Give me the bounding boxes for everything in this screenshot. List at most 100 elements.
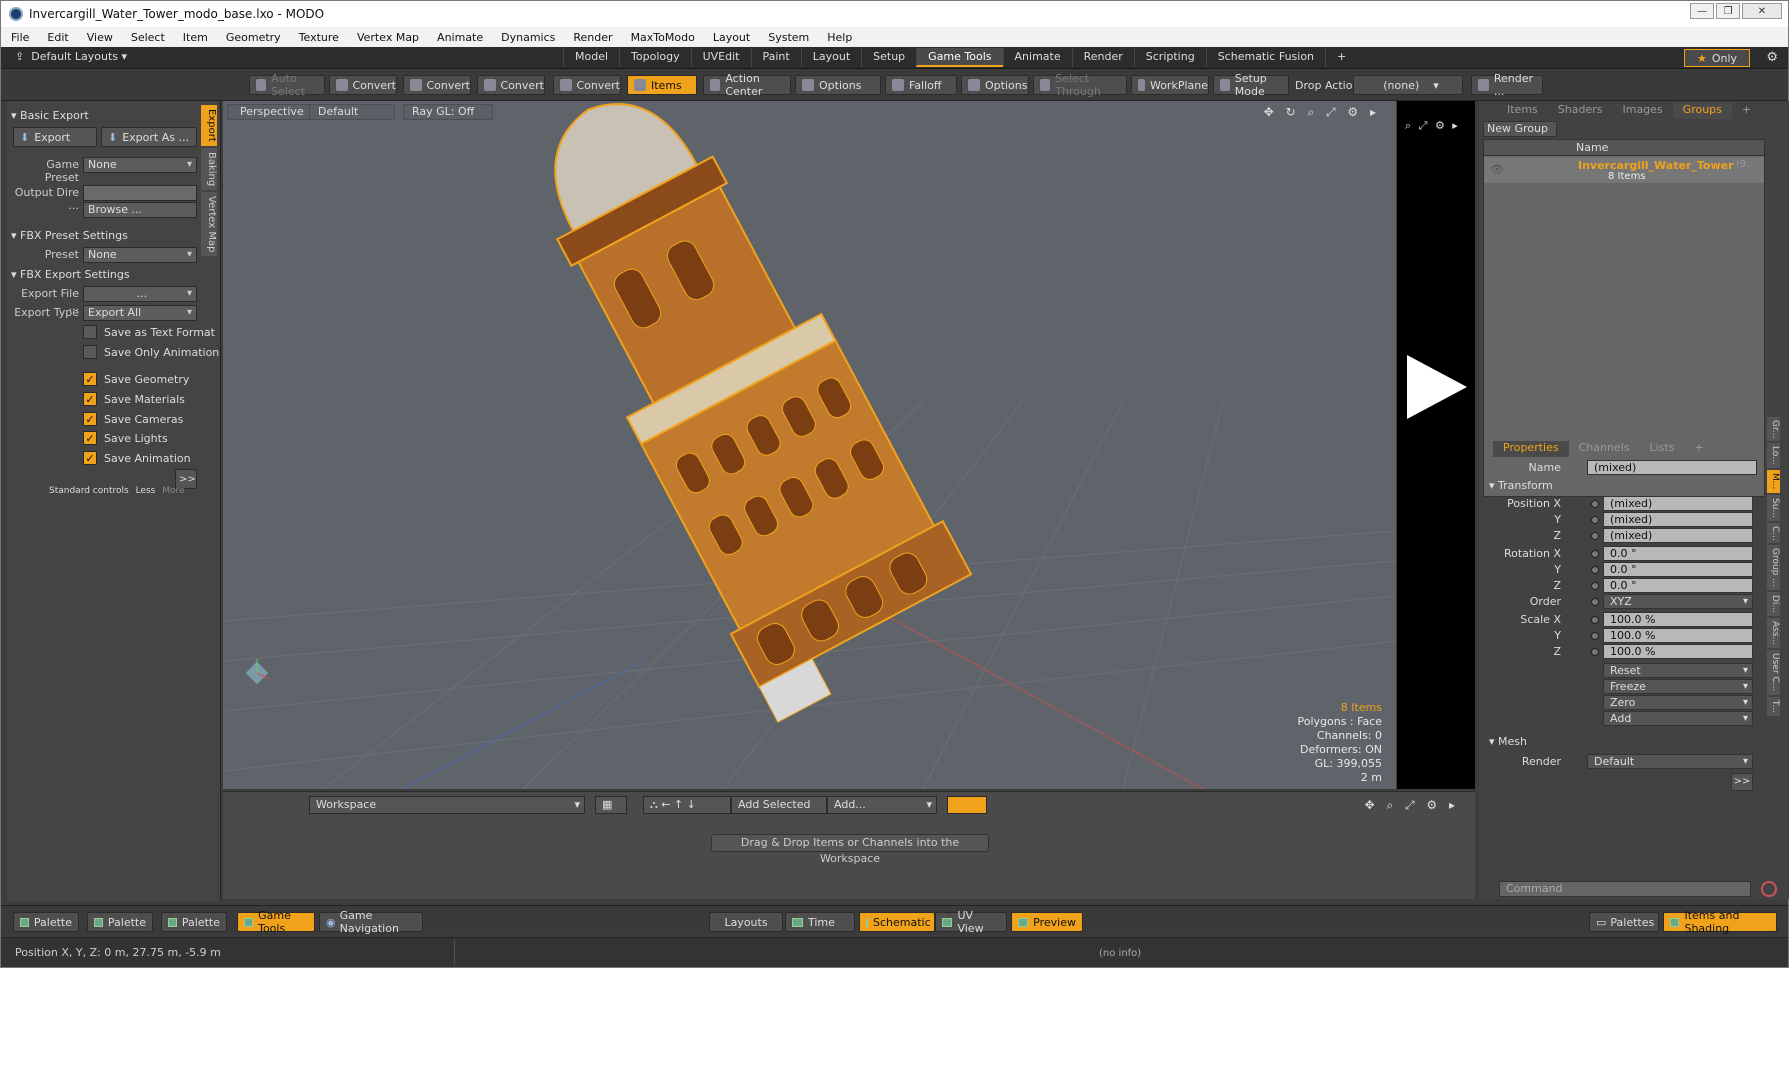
rotation-z-field[interactable]: 0.0 ° bbox=[1603, 578, 1753, 593]
menu-select[interactable]: Select bbox=[131, 31, 165, 44]
order-dropdown[interactable]: XYZ bbox=[1603, 594, 1753, 609]
animate-dot-icon[interactable] bbox=[1591, 582, 1599, 590]
vtab-ass[interactable]: Ass... bbox=[1767, 618, 1780, 649]
time-button[interactable]: Time bbox=[785, 912, 855, 932]
scale-z-field[interactable]: 100.0 % bbox=[1603, 644, 1753, 659]
add-properties-tab-button[interactable]: + bbox=[1684, 441, 1713, 457]
workplane-button[interactable]: WorkPlane bbox=[1131, 75, 1209, 95]
preview-nav-icons[interactable]: ⌕ ⤢ ⚙ ▸ bbox=[1405, 119, 1460, 133]
falloff-button[interactable]: Falloff bbox=[885, 75, 957, 95]
fbx-preset-settings-section[interactable]: ▾ FBX Preset Settings bbox=[11, 229, 128, 242]
palette-button-2[interactable]: Palette bbox=[87, 912, 153, 932]
name-field[interactable]: (mixed) bbox=[1587, 460, 1757, 475]
menu-dynamics[interactable]: Dynamics bbox=[501, 31, 555, 44]
save-as-text-format-checkbox[interactable]: Save as Text Format bbox=[83, 325, 215, 339]
setup-mode-button[interactable]: Setup Mode bbox=[1213, 72, 1289, 98]
game-tools-button[interactable]: Game Tools bbox=[237, 909, 315, 935]
vtab-di[interactable]: Di... bbox=[1767, 592, 1780, 617]
menu-maxtomodo[interactable]: MaxToModo bbox=[631, 31, 695, 44]
menu-layout[interactable]: Layout bbox=[713, 31, 750, 44]
convert-edges-button[interactable]: Convert bbox=[403, 75, 471, 95]
select-through-button[interactable]: Select Through bbox=[1033, 72, 1127, 98]
command-input[interactable]: Command bbox=[1499, 881, 1751, 897]
zero-dropdown[interactable]: Zero bbox=[1603, 695, 1753, 710]
drop-action-dropdown[interactable]: (none) ▾ bbox=[1353, 75, 1463, 95]
add-dropdown[interactable]: Add... ▾ bbox=[827, 796, 937, 814]
ray-gl-toggle[interactable]: Ray GL: Off bbox=[403, 104, 493, 120]
convert-polygons-button[interactable]: Convert bbox=[477, 75, 545, 95]
menu-animate[interactable]: Animate bbox=[437, 31, 483, 44]
reset-dropdown[interactable]: Reset bbox=[1603, 663, 1753, 678]
3d-viewport[interactable]: Perspective Default Ray GL: Off ✥ ↻ ⌕ ⤢ … bbox=[223, 101, 1396, 789]
game-preset-dropdown[interactable]: None bbox=[83, 157, 197, 173]
save-lights-checkbox[interactable]: ✓ Save Lights bbox=[83, 431, 168, 445]
node-nav-icons[interactable]: ⛬ ← ↑ ↓ bbox=[643, 796, 731, 814]
menu-texture[interactable]: Texture bbox=[299, 31, 339, 44]
vtab-c[interactable]: C... bbox=[1767, 522, 1780, 544]
save-cameras-checkbox[interactable]: ✓ Save Cameras bbox=[83, 412, 183, 426]
menu-item[interactable]: Item bbox=[183, 31, 208, 44]
node-color-toggle[interactable] bbox=[947, 796, 987, 814]
menu-view[interactable]: View bbox=[87, 31, 113, 44]
tab-scripting[interactable]: Scripting bbox=[1133, 48, 1206, 67]
palettes-button[interactable]: ▭ Palettes bbox=[1589, 912, 1659, 932]
workspace-nav-icons[interactable]: ✥ ⌕ ⤢ ⚙ ▸ bbox=[1365, 798, 1459, 813]
tab-groups[interactable]: Groups bbox=[1672, 103, 1732, 119]
animate-dot-icon[interactable] bbox=[1591, 566, 1599, 574]
animate-dot-icon[interactable] bbox=[1591, 616, 1599, 624]
items-and-shading-button[interactable]: Items and Shading bbox=[1663, 909, 1777, 935]
tab-images[interactable]: Images bbox=[1612, 103, 1672, 119]
preview-panel[interactable]: ⌕ ⤢ ⚙ ▸ bbox=[1397, 101, 1475, 789]
menu-help[interactable]: Help bbox=[827, 31, 852, 44]
animate-dot-icon[interactable] bbox=[1591, 532, 1599, 540]
preview-button[interactable]: Preview bbox=[1011, 912, 1083, 932]
visibility-eye-icon[interactable]: 👁 bbox=[1490, 163, 1504, 176]
game-navigation-button[interactable]: ◉ Game Navigation bbox=[319, 909, 423, 935]
freeze-dropdown[interactable]: Freeze bbox=[1603, 679, 1753, 694]
vtab-user-c[interactable]: User C... bbox=[1767, 650, 1780, 695]
vtab-m[interactable]: M... bbox=[1767, 470, 1780, 493]
tab-game-tools[interactable]: Game Tools bbox=[916, 48, 1003, 67]
render-dropdown[interactable]: Default bbox=[1587, 754, 1753, 769]
schematic-workspace[interactable]: Workspace ▾ ▦ ⛬ ← ↑ ↓ Add Selected Add...… bbox=[223, 791, 1475, 899]
only-button[interactable]: ★ Only bbox=[1684, 49, 1750, 67]
grid-toggle[interactable]: ▦ bbox=[595, 796, 627, 814]
schematic-button[interactable]: Schematic bbox=[859, 912, 935, 932]
vtab-export[interactable]: Export bbox=[201, 105, 217, 146]
close-button[interactable]: ✕ bbox=[1742, 3, 1782, 19]
fbx-export-settings-section[interactable]: ▾ FBX Export Settings bbox=[11, 268, 130, 281]
record-icon[interactable] bbox=[1761, 881, 1777, 897]
default-shading-dropdown[interactable]: Default bbox=[309, 104, 395, 120]
preset-dropdown[interactable]: None bbox=[83, 247, 197, 263]
tab-animate[interactable]: Animate bbox=[1002, 48, 1072, 67]
palette-button-1[interactable]: Palette bbox=[13, 912, 79, 932]
default-layouts-dropdown[interactable]: ⇪ Default Layouts ▾ bbox=[15, 50, 127, 63]
transform-section[interactable]: ▾ Transform bbox=[1489, 479, 1553, 492]
gear-icon[interactable]: ⚙ bbox=[1766, 50, 1778, 65]
add-selected-button[interactable]: Add Selected bbox=[731, 796, 827, 814]
new-group-button[interactable]: New Group bbox=[1483, 121, 1557, 137]
action-center-options-button[interactable]: Options bbox=[795, 75, 881, 95]
layouts-button[interactable]: Layouts bbox=[709, 912, 783, 932]
export-button[interactable]: ⬇ Export bbox=[13, 127, 97, 147]
tab-items[interactable]: Items bbox=[1497, 103, 1548, 119]
tab-uvedit[interactable]: UVEdit bbox=[690, 48, 751, 67]
uv-view-button[interactable]: UV View bbox=[935, 909, 1007, 935]
save-animation-checkbox[interactable]: ✓ Save Animation bbox=[83, 451, 191, 465]
tab-shaders[interactable]: Shaders bbox=[1548, 103, 1613, 119]
vtab-group[interactable]: Group ... bbox=[1767, 545, 1780, 591]
tab-render[interactable]: Render bbox=[1071, 48, 1134, 67]
menu-vertex-map[interactable]: Vertex Map bbox=[357, 31, 419, 44]
palette-button-3[interactable]: Palette bbox=[161, 912, 227, 932]
workspace-dropdown[interactable]: Workspace ▾ bbox=[309, 796, 585, 814]
save-only-animation-checkbox[interactable]: Save Only Animation bbox=[83, 345, 219, 359]
menu-system[interactable]: System bbox=[768, 31, 809, 44]
animate-dot-icon[interactable] bbox=[1591, 648, 1599, 656]
browse-button[interactable]: Browse ... bbox=[83, 202, 197, 218]
animate-dot-icon[interactable] bbox=[1591, 550, 1599, 558]
save-materials-checkbox[interactable]: ✓ Save Materials bbox=[83, 392, 185, 406]
rotation-y-field[interactable]: 0.0 ° bbox=[1603, 562, 1753, 577]
output-dir-field[interactable] bbox=[83, 185, 197, 201]
falloff-options-button[interactable]: Options bbox=[961, 75, 1029, 95]
maximize-button[interactable]: ❐ bbox=[1716, 3, 1740, 19]
